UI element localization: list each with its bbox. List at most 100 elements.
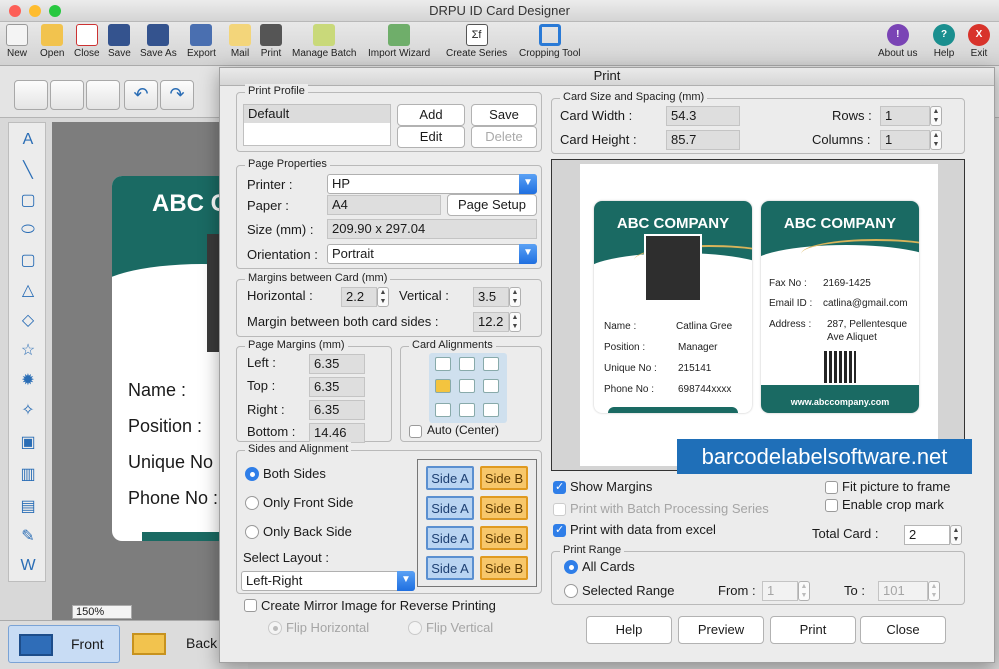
image-icon[interactable] — [50, 80, 84, 110]
total-card-field[interactable]: 2 — [904, 525, 950, 545]
redo-icon[interactable]: ↷ — [160, 80, 194, 110]
new-button[interactable]: New — [6, 24, 28, 59]
horizontal-stepper[interactable]: ▲ ▼ — [377, 287, 389, 307]
crop-mark-checkbox[interactable] — [825, 499, 838, 512]
show-margins-checkbox[interactable] — [553, 480, 566, 494]
ellipse-tool-icon[interactable]: ⬭ — [15, 217, 41, 243]
align-top-center-icon[interactable] — [459, 357, 475, 371]
vertical-stepper[interactable]: ▲ ▼ — [509, 287, 521, 307]
star-tool-icon[interactable]: ☆ — [15, 337, 41, 363]
edit-profile-button[interactable]: Edit — [397, 126, 465, 148]
bottom-margin-field[interactable]: 14.46 — [309, 423, 365, 443]
flip-horizontal-radio[interactable] — [268, 621, 282, 635]
library-tool-icon[interactable]: ▥ — [15, 461, 41, 487]
layout-select[interactable]: Left-Right ▼ — [241, 571, 415, 591]
back-side-radio[interactable] — [245, 525, 259, 539]
mail-button[interactable]: Mail — [229, 24, 251, 59]
print-button[interactable]: Print — [260, 24, 282, 59]
add-profile-button[interactable]: Add — [397, 104, 465, 126]
profile-item-default[interactable]: Default — [244, 105, 390, 123]
to-field[interactable]: 101 — [878, 581, 928, 601]
manage-batch-button[interactable]: Manage Batch — [292, 24, 357, 59]
printer-select[interactable]: HP ▼ — [327, 174, 537, 194]
text-tool-icon[interactable]: A — [15, 127, 41, 153]
horizontal-margin-field[interactable]: 2.2 — [341, 287, 377, 307]
print-confirm-button[interactable]: Print — [770, 616, 856, 644]
align-top-right-icon[interactable] — [483, 357, 499, 371]
left-margin-field[interactable]: 6.35 — [309, 354, 365, 374]
both-sides-radio[interactable] — [245, 467, 259, 481]
exit-button[interactable]: X Exit — [968, 24, 990, 59]
open-button[interactable]: Open — [40, 24, 64, 59]
align-bottom-right-icon[interactable] — [483, 403, 499, 417]
front-side-radio[interactable] — [245, 496, 259, 510]
minimize-window-icon[interactable] — [29, 5, 41, 17]
preview-button[interactable]: Preview — [678, 616, 764, 644]
align-bottom-center-icon[interactable] — [459, 403, 475, 417]
top-margin-field[interactable]: 6.35 — [309, 377, 365, 397]
line-tool-icon[interactable]: ╲ — [15, 157, 41, 183]
both-sides-stepper[interactable]: ▲ ▼ — [509, 312, 521, 332]
excel-data-checkbox[interactable] — [553, 523, 566, 537]
fit-picture-checkbox[interactable] — [825, 481, 838, 494]
sparkle-tool-icon[interactable]: ✧ — [15, 397, 41, 423]
export-button[interactable]: Export — [187, 24, 216, 59]
rectangle-tool-icon[interactable]: ▢ — [15, 187, 41, 213]
vertical-margin-field[interactable]: 3.5 — [473, 287, 509, 307]
total-card-stepper[interactable]: ▲ ▼ — [950, 525, 962, 545]
rows-field[interactable]: 1 — [880, 106, 930, 126]
undo-icon[interactable]: ↶ — [124, 80, 158, 110]
paper-field[interactable]: A4 — [327, 195, 441, 215]
card-height-field[interactable]: 85.7 — [666, 130, 740, 150]
diamond-tool-icon[interactable]: ◇ — [15, 307, 41, 333]
delete-profile-button[interactable]: Delete — [471, 126, 537, 148]
orientation-select[interactable]: Portrait ▼ — [327, 244, 537, 264]
save-button[interactable]: Save — [108, 24, 131, 59]
help-dialog-button[interactable]: Help — [586, 616, 672, 644]
align-middle-left-icon[interactable] — [435, 379, 451, 393]
close-button[interactable]: Close — [74, 24, 100, 59]
cropping-tool-button[interactable]: Cropping Tool — [519, 24, 581, 59]
align-middle-right-icon[interactable] — [483, 379, 499, 393]
tab-front[interactable]: Front — [8, 625, 120, 663]
wordart-tool-icon[interactable]: W — [15, 553, 41, 579]
rounded-rect-tool-icon[interactable]: ▢ — [15, 247, 41, 273]
zoom-window-icon[interactable] — [49, 5, 61, 17]
properties-icon[interactable] — [14, 80, 48, 110]
page-setup-button[interactable]: Page Setup — [447, 194, 537, 216]
save-as-button[interactable]: Save As — [140, 24, 177, 59]
triangle-tool-icon[interactable]: △ — [15, 277, 41, 303]
signature-tool-icon[interactable]: ✎ — [15, 523, 41, 549]
both-sides-margin-field[interactable]: 12.2 — [473, 312, 509, 332]
picture-tool-icon[interactable]: ▣ — [15, 429, 41, 455]
create-series-button[interactable]: Σf Create Series — [446, 24, 507, 59]
tab-back[interactable]: Back — [124, 625, 234, 663]
batch-processing-checkbox[interactable] — [553, 503, 566, 516]
auto-center-checkbox[interactable] — [409, 425, 422, 438]
all-cards-radio[interactable] — [564, 560, 578, 574]
to-stepper[interactable]: ▲ ▼ — [928, 581, 940, 601]
rows-stepper[interactable]: ▲ ▼ — [930, 106, 942, 126]
columns-field[interactable]: 1 — [880, 130, 930, 150]
import-wizard-button[interactable]: Import Wizard — [368, 24, 430, 59]
mirror-image-checkbox[interactable] — [244, 599, 257, 612]
from-stepper[interactable]: ▲ ▼ — [798, 581, 810, 601]
profile-list[interactable]: Default — [243, 104, 391, 146]
selected-range-radio[interactable] — [564, 584, 578, 598]
help-button[interactable]: ? Help — [933, 24, 955, 59]
close-window-icon[interactable] — [9, 5, 21, 17]
align-bottom-left-icon[interactable] — [435, 403, 451, 417]
align-top-left-icon[interactable] — [435, 357, 451, 371]
about-us-button[interactable]: ! About us — [878, 24, 917, 59]
close-dialog-button[interactable]: Close — [860, 616, 946, 644]
zoom-field[interactable]: 150% — [72, 605, 132, 619]
from-field[interactable]: 1 — [762, 581, 798, 601]
align-middle-center-icon[interactable] — [459, 379, 475, 393]
columns-stepper[interactable]: ▲ ▼ — [930, 130, 942, 150]
barcode-tool-icon[interactable]: ▤ — [15, 493, 41, 519]
burst-tool-icon[interactable]: ✹ — [15, 367, 41, 393]
export-image-icon[interactable] — [86, 80, 120, 110]
card-width-field[interactable]: 54.3 — [666, 106, 740, 126]
flip-vertical-radio[interactable] — [408, 621, 422, 635]
save-profile-button[interactable]: Save — [471, 104, 537, 126]
